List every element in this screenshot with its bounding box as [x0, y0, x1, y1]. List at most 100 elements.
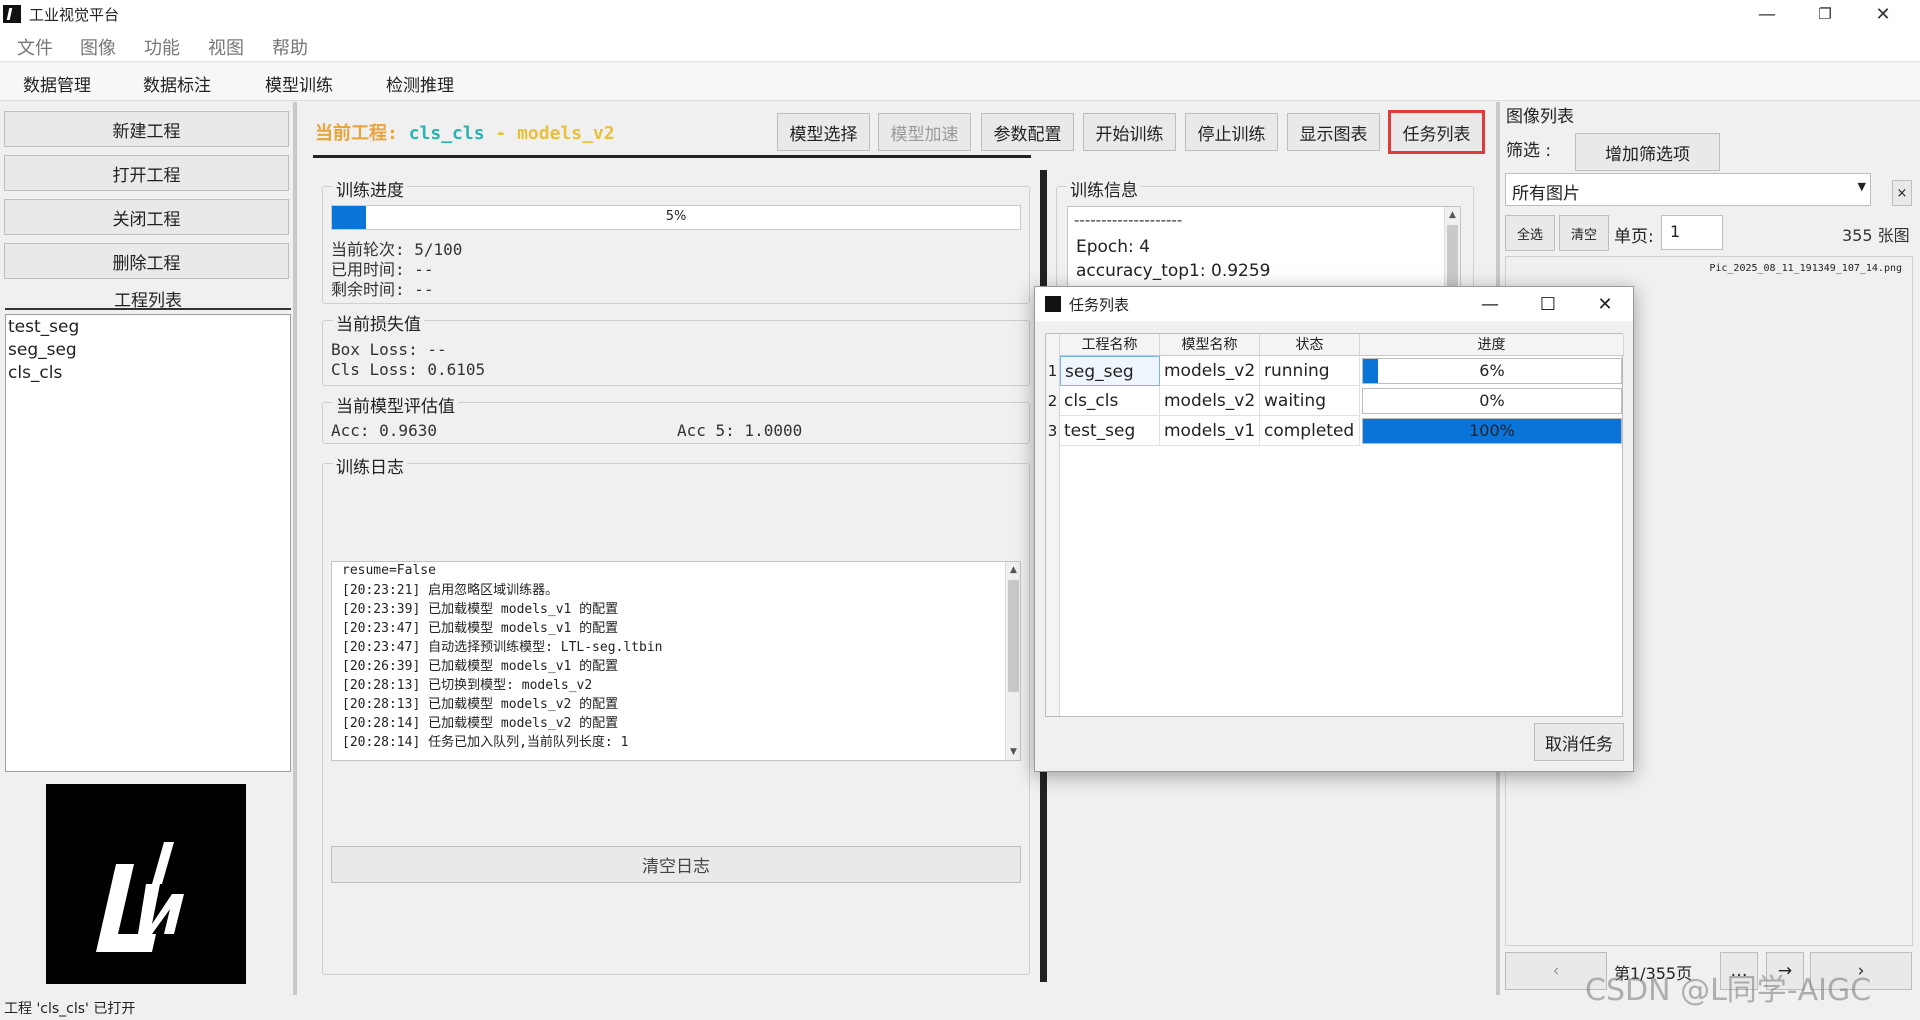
task-list-button[interactable]: 任务列表 — [1388, 110, 1485, 154]
table-cell-status[interactable]: waiting — [1260, 386, 1360, 416]
table-cell-project[interactable]: test_seg — [1060, 416, 1160, 446]
table-cell-project[interactable]: seg_seg — [1060, 356, 1160, 386]
dialog-titlebar[interactable]: 任务列表 — ☐ ✕ — [1035, 287, 1633, 321]
task-table[interactable]: 工程名称 模型名称 状态 进度 1 seg_seg models_v2 runn… — [1045, 333, 1624, 717]
acc-label: Acc: 0.9630 — [331, 421, 437, 440]
image-list-title: 图像列表 — [1506, 107, 1574, 127]
task-list-dialog: 任务列表 — ☐ ✕ 工程名称 模型名称 状态 进度 1 seg_seg mod… — [1034, 286, 1634, 772]
progress-text: 5% — [665, 209, 687, 224]
company-logo — [46, 784, 246, 984]
scroll-thumb[interactable] — [1447, 225, 1458, 295]
column-header-progress[interactable]: 进度 — [1360, 334, 1624, 356]
new-project-button[interactable]: 新建工程 — [4, 111, 289, 147]
maximize-icon[interactable]: ☐ — [1519, 287, 1577, 321]
cls-loss-label: Cls Loss: 0.6105 — [331, 360, 486, 379]
dialog-title: 任务列表 — [1069, 296, 1130, 314]
menu-file[interactable]: 文件 — [17, 34, 53, 60]
show-chart-button[interactable]: 显示图表 — [1287, 113, 1380, 151]
current-model-name: - models_v2 — [484, 123, 615, 144]
image-filename[interactable]: Pic_2025_08_11_191349_107_14.png — [1709, 263, 1902, 274]
task-progress-bar: 100% — [1362, 418, 1622, 444]
current-project-title: 当前工程: cls_cls - models_v2 — [315, 123, 615, 144]
row-number: 3 — [1046, 416, 1060, 446]
image-count-label: 355 张图 — [1842, 226, 1910, 245]
list-item[interactable]: cls_cls — [8, 363, 62, 383]
box-loss-label: Box Loss: -- — [331, 340, 447, 359]
close-icon[interactable]: ✕ — [1854, 0, 1912, 28]
table-cell-status[interactable]: completed — [1260, 416, 1360, 446]
info-line: Epoch: 4 — [1076, 237, 1151, 257]
info-line: accuracy_top1: 0.9259 — [1076, 261, 1271, 281]
menu-help[interactable]: 帮助 — [272, 34, 308, 60]
filter-select[interactable]: 所有图片 ▼ — [1505, 173, 1871, 206]
task-progress-bar: 0% — [1362, 388, 1622, 414]
row-number: 2 — [1046, 386, 1060, 416]
training-progress-bar: 5% — [331, 205, 1021, 230]
center-divider — [313, 155, 1031, 158]
tab-data-management[interactable]: 数据管理 — [23, 71, 91, 96]
select-all-button[interactable]: 全选 — [1505, 215, 1555, 251]
log-line: [20:23:39] 已加载模型 models_v1 的配置 — [342, 602, 619, 617]
scroll-up-icon[interactable]: ▲ — [1445, 207, 1460, 223]
close-icon[interactable]: ✕ — [1576, 287, 1634, 321]
clear-selection-button[interactable]: 清空 — [1559, 215, 1609, 251]
model-accelerate-button[interactable]: 模型加速 — [878, 113, 971, 151]
tab-model-training[interactable]: 模型训练 — [265, 71, 333, 96]
table-cell-model[interactable]: models_v1 — [1160, 416, 1260, 446]
log-line: [20:28:14] 已加载模型 models_v2 的配置 — [342, 716, 619, 731]
scroll-up-icon[interactable]: ▲ — [1006, 562, 1020, 578]
table-cell-status[interactable]: running — [1260, 356, 1360, 386]
scroll-down-icon[interactable]: ▼ — [1006, 744, 1020, 760]
minimize-icon[interactable]: — — [1738, 0, 1796, 28]
delete-project-button[interactable]: 删除工程 — [4, 243, 289, 279]
clear-filter-button[interactable]: × — [1892, 180, 1912, 206]
close-project-button[interactable]: 关闭工程 — [4, 199, 289, 235]
column-header-status[interactable]: 状态 — [1260, 334, 1360, 356]
list-item[interactable]: test_seg — [8, 317, 79, 337]
param-config-button[interactable]: 参数配置 — [981, 113, 1074, 151]
add-filter-button[interactable]: 增加筛选项 — [1575, 133, 1720, 171]
menu-function[interactable]: 功能 — [144, 34, 180, 60]
table-cell-model[interactable]: models_v2 — [1160, 356, 1260, 386]
minimize-icon[interactable]: — — [1461, 287, 1519, 321]
open-project-button[interactable]: 打开工程 — [4, 155, 289, 191]
window-titlebar: 工业视觉平台 — ❐ ✕ — [0, 0, 1920, 28]
project-list-label: 工程列表 — [5, 286, 291, 311]
training-log-textbox[interactable]: resume=False [20:23:21] 启用忽略区域训练器。 [20:2… — [331, 561, 1021, 761]
task-progress-bar: 6% — [1362, 358, 1622, 384]
restore-icon[interactable]: ❐ — [1796, 0, 1854, 28]
start-training-button[interactable]: 开始训练 — [1083, 113, 1176, 151]
menu-image[interactable]: 图像 — [80, 34, 116, 60]
table-cell-model[interactable]: models_v2 — [1160, 386, 1260, 416]
module-tab-bar: 数据管理 数据标注 模型训练 检测推理 — [0, 63, 1920, 101]
menu-view[interactable]: 视图 — [208, 34, 244, 60]
tab-detection-inference[interactable]: 检测推理 — [386, 71, 454, 96]
cancel-task-button[interactable]: 取消任务 — [1534, 723, 1624, 761]
list-item[interactable]: seg_seg — [8, 340, 77, 360]
column-header-project[interactable]: 工程名称 — [1060, 334, 1160, 356]
app-logo-icon — [3, 5, 21, 23]
log-line: [20:26:39] 已加载模型 models_v1 的配置 — [342, 659, 619, 674]
per-page-label: 单页: — [1614, 227, 1654, 247]
menu-bar: 文件 图像 功能 视图 帮助 — [0, 28, 1920, 62]
info-scrollbar[interactable]: ▲ — [1444, 207, 1460, 295]
logo-mark-icon — [96, 842, 184, 952]
tab-data-annotation[interactable]: 数据标注 — [143, 71, 211, 96]
table-cell-project[interactable]: cls_cls — [1060, 386, 1160, 416]
log-scrollbar[interactable]: ▲ ▼ — [1005, 562, 1020, 760]
training-info-textbox[interactable]: -------------------- Epoch: 4 accuracy_t… — [1067, 206, 1461, 296]
stop-training-button[interactable]: 停止训练 — [1185, 113, 1278, 151]
model-select-button[interactable]: 模型选择 — [777, 113, 870, 151]
per-page-input[interactable]: 1 — [1661, 215, 1723, 250]
scroll-thumb[interactable] — [1008, 580, 1019, 692]
log-line: [20:23:47] 已加载模型 models_v1 的配置 — [342, 621, 619, 636]
column-header-model[interactable]: 模型名称 — [1160, 334, 1260, 356]
log-line: [20:28:13] 已切换到模型: models_v2 — [342, 678, 593, 693]
log-line: [20:23:47] 自动选择预训练模型: LTL-seg.ltbin — [342, 640, 663, 655]
log-line: [20:28:14] 任务已加入队列,当前队列长度: 1 — [342, 735, 629, 750]
project-list[interactable]: test_seg seg_seg cls_cls — [5, 314, 291, 772]
window-title: 工业视觉平台 — [29, 5, 120, 24]
clear-log-button[interactable]: 清空日志 — [331, 846, 1021, 883]
remaining-time-label: 剩余时间: -- — [331, 280, 434, 299]
filter-label: 筛选 : — [1506, 141, 1552, 161]
